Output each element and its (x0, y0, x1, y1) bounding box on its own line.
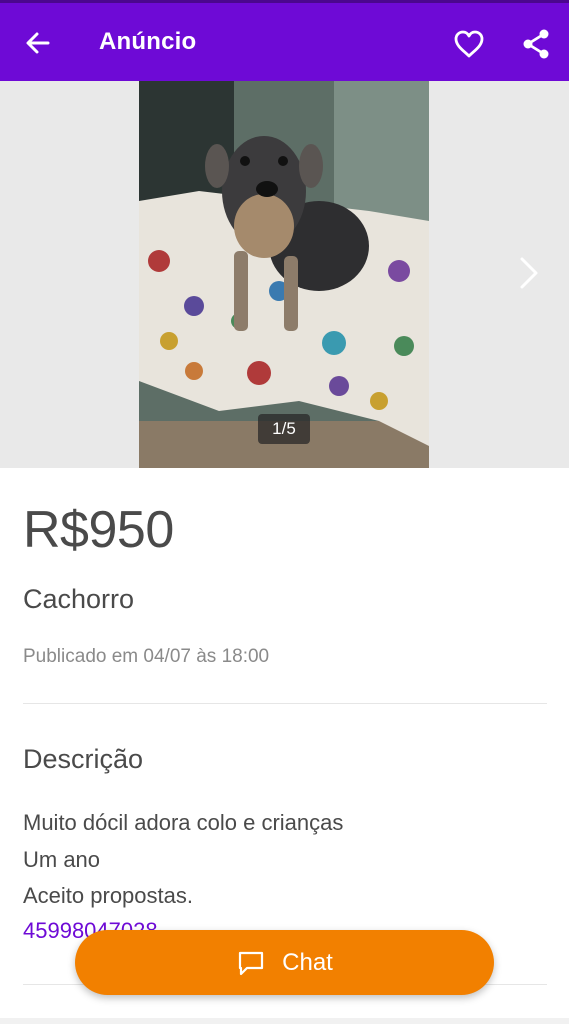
page-title: Anúncio (99, 28, 197, 55)
ad-photo[interactable] (139, 81, 429, 468)
description-line: Um ano (23, 847, 101, 872)
image-gallery[interactable]: 1/5 (0, 81, 569, 468)
image-counter: 1/5 (258, 414, 310, 444)
chat-button-label: Chat (282, 948, 333, 976)
published-date: Publicado em 04/07 às 18:00 (23, 646, 270, 667)
chat-bubble-icon (239, 951, 264, 975)
description-line: Aceito propostas. (23, 883, 193, 908)
share-icon (523, 29, 549, 59)
arrow-left-icon (26, 32, 50, 54)
favorite-button[interactable] (452, 27, 486, 61)
chat-button[interactable]: Chat (75, 930, 494, 995)
next-image-button[interactable] (512, 251, 544, 295)
app-bar: Anúncio (0, 0, 569, 81)
share-button[interactable] (519, 27, 553, 61)
divider (23, 703, 547, 704)
ad-title: Cachorro (23, 584, 135, 614)
chevron-right-icon (520, 257, 538, 289)
heart-outline-icon (454, 30, 484, 58)
bottom-bar (0, 1018, 569, 1024)
ad-price: R$950 (23, 501, 174, 559)
description-heading: Descrição (23, 744, 144, 774)
description-line: Muito dócil adora colo e crianças (23, 810, 344, 835)
back-button[interactable] (22, 27, 54, 59)
